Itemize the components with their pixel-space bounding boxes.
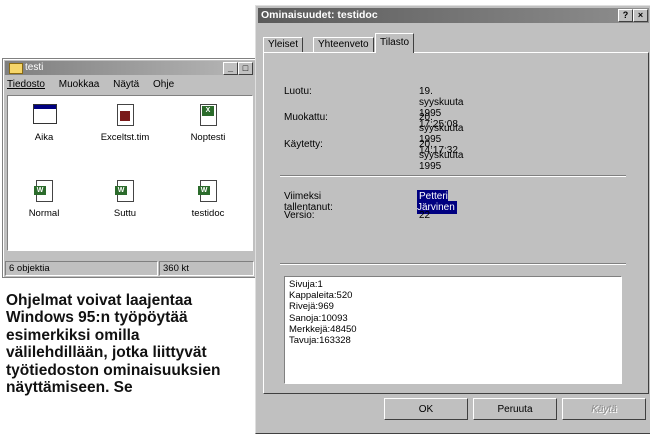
- statistics-list[interactable]: Sivuja:1 Kappaleita:520 Rivejä:969 Sanoj…: [284, 276, 622, 384]
- explorer-file-area: Aika Exceltst.tim X Noptesti W Normal W …: [7, 95, 253, 251]
- file-label: Exceltst.tim: [100, 132, 150, 143]
- status-bar: 6 objektia 360 kt: [5, 261, 255, 276]
- menu-view[interactable]: Näytä: [113, 79, 139, 90]
- file-item-exceltst[interactable]: Exceltst.tim: [95, 104, 155, 143]
- explorer-window: testi _ □ Tiedosto Muokkaa Näytä Ohje Ai…: [2, 58, 258, 278]
- file-label: testidoc: [191, 208, 225, 219]
- separator: [280, 175, 626, 177]
- tab-summary[interactable]: Yhteenveto: [313, 37, 374, 52]
- file-item-suttu[interactable]: W Suttu: [95, 180, 155, 219]
- file-label: Aika: [34, 132, 54, 143]
- file-item-noptesti[interactable]: X Noptesti: [178, 104, 238, 143]
- caption-text: Ohjelmat voivat laajentaa Windows 95:n t…: [6, 292, 221, 397]
- folder-icon: [9, 63, 23, 74]
- stat-bytes: Tavuja:163328: [289, 335, 351, 347]
- properties-dialog: Ominaisuudet: testidoc ? × Yleiset Yhtee…: [255, 5, 650, 434]
- excel-doc-icon: X: [200, 104, 217, 126]
- cancel-button[interactable]: Peruuta: [473, 398, 557, 420]
- window-icon: [33, 104, 57, 124]
- stat-lines: Rivejä:969: [289, 301, 334, 313]
- stat-words: Sanoja:10093: [289, 312, 348, 324]
- separator: [280, 263, 626, 265]
- minimize-button[interactable]: _: [223, 62, 238, 75]
- word-doc-icon: W: [115, 180, 134, 202]
- tab-statistics[interactable]: Tilasto: [375, 33, 415, 53]
- status-size: 360 kt: [159, 261, 254, 276]
- word-doc-icon: W: [34, 180, 53, 202]
- file-item-normal[interactable]: W Normal: [14, 180, 74, 219]
- stat-characters: Merkkejä:48450: [289, 323, 357, 335]
- stat-pages: Sivuja:1: [289, 279, 323, 290]
- file-label: Normal: [28, 208, 60, 219]
- created-label: Luotu:: [284, 86, 312, 97]
- close-button[interactable]: ×: [633, 9, 648, 22]
- version-label: Versio:: [284, 210, 315, 221]
- dialog-title-bar[interactable]: Ominaisuudet: testidoc ? ×: [258, 8, 649, 23]
- tab-general[interactable]: Yleiset: [263, 37, 304, 52]
- word-doc-icon: W: [198, 180, 217, 202]
- statistics-panel: Luotu: 19. syyskuuta 1995 17:25:08 Muoka…: [263, 52, 649, 394]
- status-object-count: 6 objektia: [5, 261, 158, 276]
- explorer-title-bar[interactable]: testi _ □: [5, 61, 255, 75]
- menu-file[interactable]: Tiedosto: [7, 79, 45, 90]
- file-label: Suttu: [113, 208, 137, 219]
- binder-doc-icon: [117, 104, 134, 126]
- file-item-aika[interactable]: Aika: [14, 104, 74, 143]
- accessed-label: Käytetty:: [284, 139, 323, 150]
- apply-button[interactable]: Käytä: [562, 398, 646, 420]
- modified-label: Muokattu:: [284, 112, 328, 123]
- maximize-button[interactable]: □: [238, 62, 253, 75]
- explorer-title: testi: [25, 62, 44, 73]
- accessed-value: 20. syyskuuta 1995: [419, 139, 464, 172]
- stat-paragraphs: Kappaleita:520: [289, 290, 353, 302]
- explorer-menu-bar: Tiedosto Muokkaa Näytä Ohje: [7, 79, 185, 93]
- version-value: 22: [419, 210, 431, 221]
- menu-help[interactable]: Ohje: [153, 79, 174, 90]
- dialog-title: Ominaisuudet: testidoc: [261, 9, 378, 21]
- ok-button[interactable]: OK: [384, 398, 468, 420]
- file-label: Noptesti: [190, 132, 226, 143]
- menu-edit[interactable]: Muokkaa: [59, 79, 100, 90]
- file-item-testidoc[interactable]: W testidoc: [178, 180, 238, 219]
- help-button[interactable]: ?: [618, 9, 633, 22]
